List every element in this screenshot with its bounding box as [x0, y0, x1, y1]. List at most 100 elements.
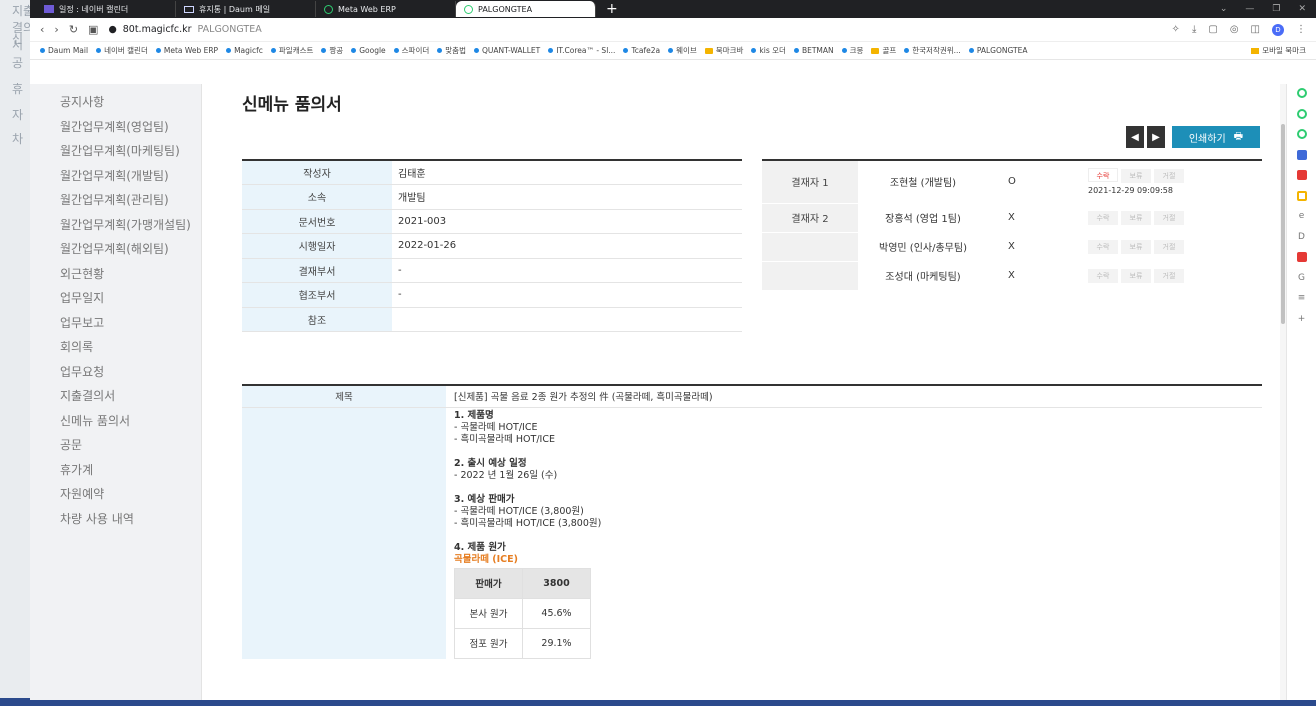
bookmark-label: 북마크바 [715, 46, 744, 55]
bookmark-item[interactable]: 웨이브 [668, 45, 697, 56]
bookmark-item[interactable]: Magicfc [226, 46, 263, 55]
approval-action-button[interactable]: 수락 [1088, 168, 1118, 183]
reader-icon[interactable]: ▣ [88, 23, 98, 36]
bookmark-item[interactable]: Meta Web ERP [155, 46, 218, 55]
bookmark-item[interactable]: 골프 [871, 45, 896, 56]
sidepanel-icon[interactable]: ◫ [1251, 24, 1260, 35]
approval-action-button[interactable]: 거절 [1154, 268, 1184, 283]
sidebar-item[interactable]: 업무일지 [30, 286, 201, 311]
bookmark-item[interactable]: 짱공 [321, 45, 343, 56]
site-info-icon[interactable]: ● [108, 24, 116, 35]
bookmark-item[interactable]: Tcafe2a [623, 46, 660, 55]
bookmark-item[interactable]: 북마크바 [704, 45, 744, 56]
url-field[interactable]: ● 80t.magicfc.kr PALGONGTEA [108, 24, 261, 35]
next-button[interactable]: ▶ [1147, 126, 1165, 148]
bookmark-item[interactable]: PALGONGTEA [968, 46, 1028, 55]
browser-window: 일정 : 네이버 캘린더 휴지통 | Daum 메일 Meta Web ERP … [30, 0, 1316, 700]
approval-action-button[interactable]: 보류 [1121, 210, 1151, 225]
sidebar-item[interactable]: 월간업무계획(마케팅팀) [30, 139, 201, 164]
approval-row: 결재자 2 장홍석 (영업 1팀) X 수락 보류 거절 [762, 203, 1262, 233]
mobile-bookmarks[interactable]: 모바일 북마크 [1251, 45, 1306, 56]
approval-action-button[interactable]: 거절 [1154, 169, 1184, 184]
sidebar-item[interactable]: 공문 [30, 433, 201, 458]
edge-icon[interactable]: e [1299, 211, 1305, 221]
sidebar-item[interactable]: 자원예약 [30, 482, 201, 507]
sidebar-item[interactable]: 월간업무계획(해외팀) [30, 237, 201, 262]
sidebar-item[interactable]: 신메뉴 품의서 [30, 409, 201, 434]
sidebar-item[interactable]: 외근현황 [30, 262, 201, 287]
circle-icon[interactable] [1296, 88, 1307, 98]
approval-action-button[interactable]: 거절 [1154, 239, 1184, 254]
prev-button[interactable]: ◀ [1126, 126, 1144, 148]
circle-icon[interactable] [1296, 129, 1307, 139]
approval-action-button[interactable]: 거절 [1154, 210, 1184, 225]
bookmark-item[interactable]: Google [351, 46, 386, 55]
sidebar-item[interactable]: 업무요청 [30, 360, 201, 385]
sidebar-item[interactable]: 월간업무계획(개발팀) [30, 164, 201, 189]
new-tab-button[interactable]: + [606, 1, 618, 17]
bookmark-item[interactable]: 파일캐스트 [270, 45, 313, 56]
back-icon[interactable]: ‹ [40, 23, 44, 36]
add-icon[interactable]: + [1298, 314, 1306, 324]
bookmark-label: 맞춤법 [445, 46, 466, 55]
sidebar-item[interactable]: 월간업무계획(영업팀) [30, 115, 201, 140]
app-icon[interactable] [1296, 149, 1307, 160]
youtube-icon[interactable] [1296, 252, 1307, 262]
section-heading: 3. 예상 판매가 [454, 493, 515, 505]
translate-icon[interactable]: ✧ [1172, 24, 1180, 35]
approval-action-button[interactable]: 보류 [1121, 268, 1151, 283]
bookmark-item[interactable]: 크몽 [841, 45, 863, 56]
app-icon[interactable]: ≡ [1298, 293, 1306, 303]
approval-action-button[interactable]: 수락 [1088, 210, 1118, 225]
bookmark-item[interactable]: kis 오더 [751, 45, 786, 56]
tab-daum-mail[interactable]: 휴지통 | Daum 메일 [176, 1, 316, 17]
tab-calendar[interactable]: 일정 : 네이버 캘린더 [36, 1, 176, 17]
bookmark-item[interactable]: 네이버 캘린더 [96, 45, 148, 56]
screenshot-icon[interactable]: ◎ [1230, 24, 1239, 35]
d-icon[interactable]: D [1298, 232, 1305, 242]
close-icon[interactable]: ✕ [1298, 4, 1306, 14]
profile-avatar[interactable]: D [1272, 23, 1284, 36]
body-line: - 곡물라떼 HOT/ICE [454, 421, 538, 433]
restore-icon[interactable]: ❐ [1272, 4, 1280, 14]
bookmark-icon [96, 48, 102, 53]
sidebar-item[interactable]: 휴가계 [30, 458, 201, 483]
sidebar-item[interactable]: 공지사항 [30, 90, 201, 115]
bookmark-item[interactable]: QUANT-WALLET [473, 46, 541, 55]
sidebar-item[interactable]: 업무보고 [30, 311, 201, 336]
tab-meta-erp[interactable]: Meta Web ERP [316, 1, 456, 17]
circle-icon[interactable] [1296, 108, 1307, 119]
approval-action-button[interactable]: 수락 [1088, 239, 1118, 254]
app-icon[interactable] [1296, 170, 1307, 180]
bookmark-item[interactable]: 맞춤법 [437, 45, 466, 56]
download-icon[interactable]: ⤓ [1192, 24, 1196, 35]
forward-icon[interactable]: › [54, 23, 58, 36]
bookmark-item[interactable]: Daum Mail [40, 46, 88, 55]
scrollbar-thumb[interactable] [1281, 124, 1285, 324]
extension-icon[interactable]: ▢ [1208, 24, 1217, 35]
bookmark-item[interactable]: 스파이더 [393, 45, 430, 56]
app-icon[interactable] [1296, 190, 1307, 201]
sidebar-item[interactable]: 월간업무계획(관리팀) [30, 188, 201, 213]
tab-palgongtea[interactable]: PALGONGTEA [456, 1, 596, 17]
bookmark-item[interactable]: 한국저작권위... [904, 45, 961, 56]
bookmark-label: 스파이더 [401, 46, 430, 55]
minimize-icon[interactable]: — [1245, 4, 1254, 14]
sidebar-item[interactable]: 회의록 [30, 335, 201, 360]
google-icon[interactable]: G [1298, 273, 1305, 283]
sidebar-item[interactable]: 월간업무계획(가맹개설팀) [30, 213, 201, 238]
approval-action-button[interactable]: 보류 [1121, 239, 1151, 254]
approval-action-button[interactable]: 수락 [1088, 268, 1118, 283]
approval-action-button[interactable]: 보류 [1121, 169, 1151, 184]
sidebar-item[interactable]: 차량 사용 내역 [30, 507, 201, 532]
chevron-down-icon[interactable]: ⌄ [1220, 4, 1228, 14]
sidebar-item[interactable]: 지출결의서 [30, 384, 201, 409]
reload-icon[interactable]: ↻ [69, 23, 78, 36]
menu-icon[interactable]: ⋮ [1296, 24, 1306, 35]
ghost-label: 자 [12, 108, 24, 122]
print-button[interactable]: 인쇄하기 🖶 [1172, 126, 1260, 148]
bookmark-item[interactable]: BETMAN [793, 46, 834, 55]
folder-icon [871, 47, 880, 54]
bookmark-label: QUANT-WALLET [481, 46, 541, 55]
bookmark-item[interactable]: IT.Corea™ - Sl... [548, 46, 615, 55]
